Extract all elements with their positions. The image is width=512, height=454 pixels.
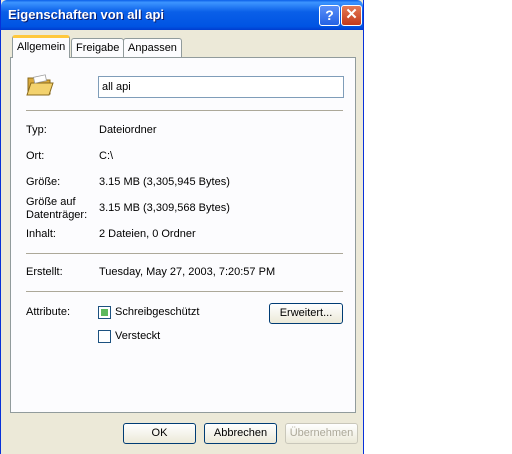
ok-button[interactable]: OK: [123, 423, 196, 444]
tab-freigabe-label: Freigabe: [76, 42, 120, 54]
hidden-checkbox[interactable]: [98, 330, 111, 343]
disk-size-label-line1: Größe auf: [26, 196, 76, 208]
tab-allgemein[interactable]: Allgemein: [12, 35, 71, 58]
contents-value: 2 Dateien, 0 Ordner: [99, 228, 196, 240]
advanced-button[interactable]: Erweitert...: [269, 303, 343, 324]
disk-size-label-line2: Datenträger:: [26, 209, 88, 221]
readonly-label[interactable]: Schreibgeschützt: [115, 306, 199, 318]
contents-label: Inhalt:: [26, 228, 56, 240]
size-label: Größe:: [26, 176, 61, 188]
location-label: Ort:: [26, 150, 45, 162]
tab-anpassen[interactable]: Anpassen: [123, 38, 182, 57]
divider: [26, 253, 343, 254]
help-button[interactable]: ?: [319, 5, 340, 26]
disk-size-value: 3.15 MB (3,309,568 Bytes): [99, 202, 230, 214]
location-value: C:\: [99, 150, 114, 162]
created-value: Tuesday, May 27, 2003, 7:20:57 PM: [99, 266, 276, 278]
tab-freigabe[interactable]: Freigabe: [71, 38, 125, 57]
general-tab-panel: all api Typ: Dateiordner Ort: C:\ Größe:…: [10, 57, 356, 413]
folder-name-input[interactable]: all api: [98, 76, 344, 98]
divider: [26, 110, 343, 111]
cancel-button[interactable]: Abbrechen: [204, 423, 277, 444]
type-value: Dateiordner: [99, 124, 157, 136]
created-label: Erstellt:: [26, 266, 63, 278]
tab-allgemein-label: Allgemein: [17, 41, 66, 53]
tab-anpassen-label: Anpassen: [128, 42, 177, 54]
close-button[interactable]: ✕: [341, 5, 362, 26]
checkbox-indeterminate-mark: [101, 309, 108, 316]
size-value: 3.15 MB (3,305,945 Bytes): [99, 176, 230, 188]
type-label: Typ:: [26, 124, 47, 136]
properties-dialog: Eigenschaften von all api ? ✕ Allgemein …: [0, 0, 364, 454]
divider: [26, 291, 343, 292]
title-bar[interactable]: Eigenschaften von all api ? ✕: [1, 0, 363, 30]
window-title: Eigenschaften von all api: [8, 7, 165, 22]
attributes-label: Attribute:: [26, 306, 71, 318]
apply-button: Übernehmen: [285, 423, 358, 444]
hidden-label[interactable]: Versteckt: [115, 330, 160, 342]
folder-name-value: all api: [102, 81, 131, 93]
readonly-checkbox[interactable]: [98, 306, 111, 319]
folder-icon: [26, 74, 54, 96]
